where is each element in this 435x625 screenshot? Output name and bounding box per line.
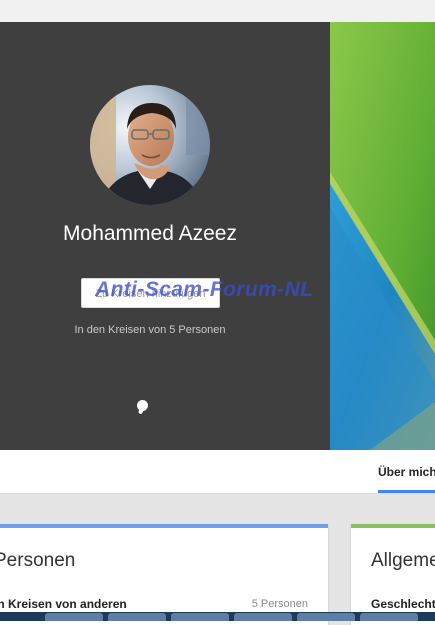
taskbar-app-button[interactable] <box>108 613 166 621</box>
cover-image <box>330 22 435 450</box>
indicator-dot-tail <box>137 407 145 415</box>
os-taskbar <box>0 612 435 621</box>
tab-about[interactable]: Über mich <box>378 465 435 479</box>
in-circles-of-others-label[interactable]: In Kreisen von anderen <box>0 597 127 611</box>
taskbar-app-button[interactable] <box>234 613 292 621</box>
general-card-title: Allgemein <box>371 550 435 571</box>
people-count: 5 Personen <box>251 598 308 610</box>
profile-name: Mohammed Azeez <box>63 222 237 245</box>
in-circles-count: In den Kreisen von 5 Personen <box>74 324 226 336</box>
taskbar-app-button[interactable] <box>45 613 103 621</box>
gender-label: Geschlecht <box>371 597 435 611</box>
general-card: Allgemein Geschlecht <box>351 524 435 625</box>
taskbar-app-button[interactable] <box>171 613 229 621</box>
profile-tab-bar: Über mich <box>0 450 435 494</box>
profile-photo-icon <box>90 85 210 205</box>
watermark-text: Anti-Scam-Forum-NL <box>95 278 314 301</box>
tab-active-underline <box>378 490 435 493</box>
top-bar <box>0 0 435 22</box>
taskbar-app-button[interactable] <box>360 613 418 621</box>
avatar[interactable] <box>90 85 210 205</box>
people-card-title: Personen <box>0 550 76 571</box>
profile-cover: Mohammed Azeez Zu Kreisen hinzufügen In … <box>0 22 435 450</box>
taskbar-app-button[interactable] <box>297 613 355 621</box>
people-card: Personen In Kreisen von anderen 5 Person… <box>0 524 328 625</box>
cover-photo-icon <box>330 22 435 450</box>
profile-header-panel: Mohammed Azeez Zu Kreisen hinzufügen In … <box>0 22 330 450</box>
